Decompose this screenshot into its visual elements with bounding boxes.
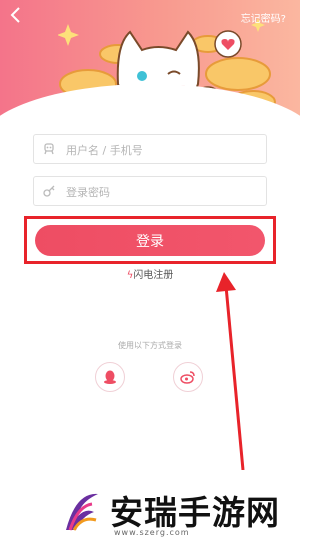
quick-register-label: 闪电注册	[133, 270, 174, 281]
password-input[interactable]	[64, 177, 263, 207]
weibo-login-button[interactable]	[173, 362, 203, 392]
forgot-password-link[interactable]: 忘记密码?	[241, 10, 286, 25]
chevron-left-icon	[10, 7, 20, 23]
user-icon	[44, 143, 54, 155]
header-banner: 忘记密码?	[0, 0, 300, 118]
qq-login-button[interactable]	[95, 362, 125, 392]
watermark-logo	[66, 493, 98, 531]
username-input[interactable]	[64, 135, 263, 165]
key-icon	[43, 185, 55, 197]
watermark-title: 安瑞手游网	[110, 493, 280, 532]
back-button[interactable]	[10, 6, 22, 26]
login-button[interactable]: 登录	[35, 225, 265, 256]
watermark-url: www.szerg.com	[114, 528, 190, 537]
username-field[interactable]	[33, 134, 267, 165]
other-login-title: 使用以下方式登录	[118, 341, 182, 350]
qq-icon	[104, 370, 116, 384]
password-field[interactable]	[33, 176, 267, 207]
quick-register-link[interactable]: ϟ闪电注册	[0, 266, 300, 281]
login-highlight-box: 登录	[24, 216, 276, 264]
weibo-icon	[180, 371, 195, 384]
